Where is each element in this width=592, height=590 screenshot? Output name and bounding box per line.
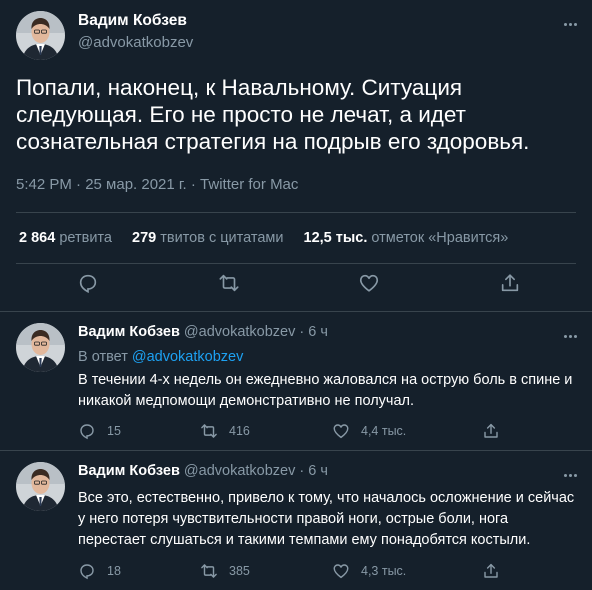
avatar[interactable]: [16, 462, 65, 511]
share-action[interactable]: [482, 562, 511, 580]
reply-text: Все это, естественно, привело к тому, чт…: [78, 490, 575, 548]
like-icon[interactable]: [358, 272, 380, 294]
tweet-meta[interactable]: 5:42 PM · 25 мар. 2021 г. · Twitter for …: [16, 176, 298, 193]
tweet-stats: 2 864 ретвита 279 твитов с цитатами 12,5…: [19, 230, 524, 246]
retweet-action[interactable]: 385: [200, 562, 250, 580]
reply-actions: 18 385 4,3 тыс.: [78, 562, 578, 584]
retweet-icon: [201, 424, 217, 438]
reply-count: 18: [107, 564, 121, 578]
retweet-action[interactable]: 416: [200, 422, 250, 440]
quotes-label: твитов с цитатами: [160, 230, 284, 246]
author-handle[interactable]: @advokatkobzev: [78, 34, 193, 51]
more-options-icon[interactable]: [560, 465, 580, 485]
reply-header: Вадим Кобзев @advokatkobzev · 6 ч: [78, 324, 328, 340]
in-reply-to: В ответ @advokatkobzev: [78, 349, 243, 365]
reply-icon: [80, 424, 94, 440]
retweets-value: 2 864: [19, 230, 56, 246]
retweet-icon[interactable]: [218, 272, 240, 294]
tweet-time[interactable]: · 6 ч: [299, 463, 328, 479]
in-reply-handle[interactable]: @advokatkobzev: [132, 349, 243, 365]
share-icon[interactable]: [499, 272, 521, 294]
retweets-stat[interactable]: 2 864 ретвита: [19, 230, 112, 246]
like-action[interactable]: 4,4 тыс.: [332, 422, 406, 440]
reply-action[interactable]: 15: [78, 422, 121, 440]
tweet-text: Попали, наконец, к Навальному. Ситуация …: [16, 75, 530, 154]
reply-icon[interactable]: [77, 272, 99, 294]
like-action[interactable]: 4,3 тыс.: [332, 562, 406, 580]
tweet-time[interactable]: · 6 ч: [299, 324, 328, 340]
author-name[interactable]: Вадим Кобзев: [78, 463, 180, 479]
likes-value: 12,5 тыс.: [303, 230, 368, 246]
author-handle[interactable]: @advokatkobzev: [184, 463, 295, 479]
retweet-icon: [201, 564, 217, 578]
reply-header: Вадим Кобзев @advokatkobzev · 6 ч: [78, 463, 328, 479]
share-icon: [484, 423, 498, 438]
more-options-icon[interactable]: [560, 14, 580, 34]
like-count: 4,3 тыс.: [361, 564, 407, 578]
share-action[interactable]: [482, 422, 511, 440]
like-icon: [333, 424, 349, 439]
author-handle[interactable]: @advokatkobzev: [184, 324, 295, 340]
in-reply-prefix: В ответ: [78, 349, 128, 365]
author-name[interactable]: Вадим Кобзев: [78, 12, 187, 30]
reply-icon: [80, 564, 94, 580]
reply-tweet[interactable]: Вадим Кобзев @advokatkobzev · 6 ч Все эт…: [0, 451, 592, 590]
reply-count: 15: [107, 424, 121, 438]
main-tweet: Вадим Кобзев @advokatkobzev Попали, нако…: [0, 0, 592, 312]
reply-text: В течении 4-х недель он ежедневно жалова…: [78, 372, 573, 409]
divider: [16, 263, 576, 264]
retweet-count: 385: [229, 564, 250, 578]
reply-actions: 15 416 4,4 тыс.: [78, 422, 578, 444]
retweets-label: ретвита: [59, 230, 112, 246]
likes-label: отметок «Нравится»: [371, 230, 509, 246]
likes-stat[interactable]: 12,5 тыс. отметок «Нравится»: [304, 230, 509, 246]
avatar[interactable]: [16, 323, 65, 372]
reply-tweet[interactable]: Вадим Кобзев @advokatkobzev · 6 ч В отве…: [0, 312, 592, 451]
like-icon: [333, 564, 349, 579]
tweet-actions: [0, 272, 592, 302]
quotes-stat[interactable]: 279 твитов с цитатами: [132, 230, 283, 246]
author-name[interactable]: Вадим Кобзев: [78, 324, 180, 340]
like-count: 4,4 тыс.: [361, 424, 407, 438]
divider: [16, 212, 576, 213]
quotes-value: 279: [132, 230, 157, 246]
retweet-count: 416: [229, 424, 250, 438]
more-options-icon[interactable]: [560, 326, 580, 346]
reply-action[interactable]: 18: [78, 562, 121, 580]
avatar[interactable]: [16, 11, 65, 60]
share-icon: [484, 563, 498, 578]
